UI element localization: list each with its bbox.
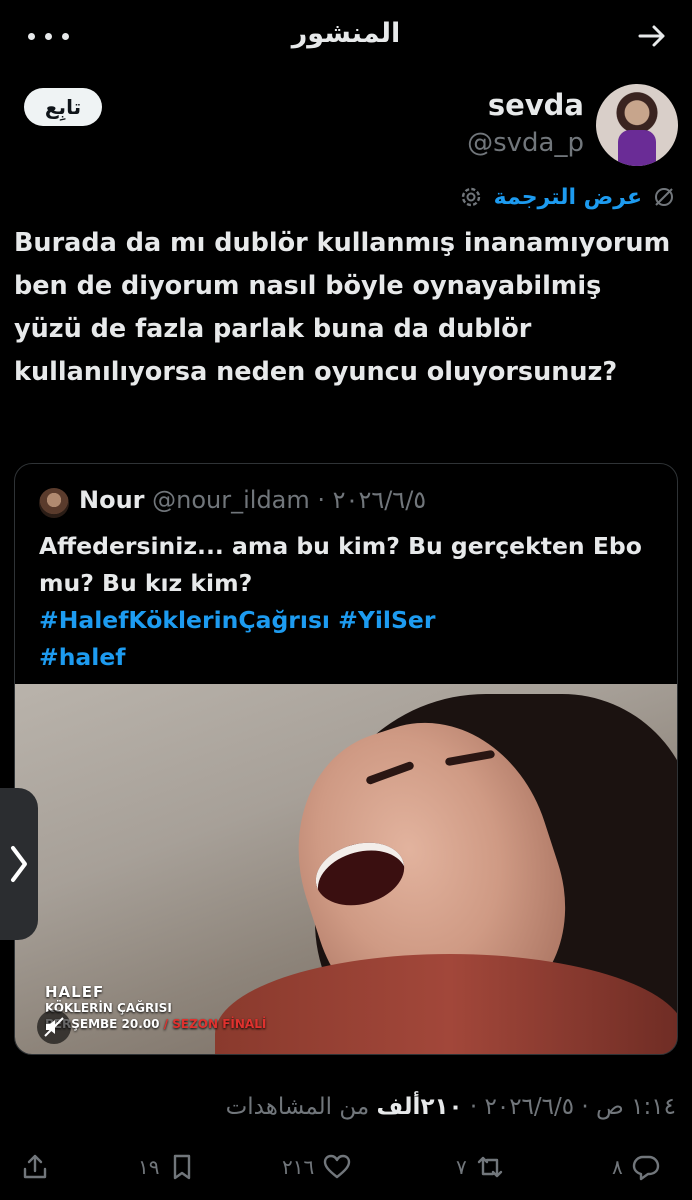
quote-author-name: Nour — [79, 486, 145, 514]
quote-meta: @nour_ildam · ٢٠٢٦/٦/٥ — [144, 486, 427, 514]
quote-header: Nour @nour_ildam · ٢٠٢٦/٦/٥ — [79, 486, 426, 514]
side-panel-handle[interactable] — [0, 788, 38, 940]
reply-icon — [632, 1155, 659, 1181]
arrow-right-icon[interactable] — [636, 20, 668, 52]
video-watermark: HALEF KÖKLERİN ÇAĞRISI PERŞEMBE 20.00 / … — [45, 983, 267, 1031]
quoted-post[interactable]: Nour @nour_ildam · ٢٠٢٦/٦/٥ Affedersiniz… — [14, 463, 678, 1055]
bookmark-count: ١٩ — [138, 1155, 160, 1179]
translate-off-icon — [655, 188, 673, 206]
repost-button[interactable]: ٧ — [456, 1152, 505, 1182]
quote-text-block: Affedersiniz... ama bu kim? Bu gerçekten… — [39, 528, 659, 676]
post-detail-screen: المنشور sevda @svda_p تابِع عرض الترجمة … — [0, 0, 692, 1200]
quote-hashtags-line1[interactable]: #HalefKöklerinÇağrısı #YilSer — [39, 602, 659, 639]
gear-icon[interactable] — [458, 184, 484, 210]
post-timestamp: ١:١٤ ص · ٢٠٢٦/٦/٥ · ٢١٠ألف من المشاهدات — [226, 1094, 676, 1120]
heart-icon — [324, 1154, 351, 1179]
like-count: ٢١٦ — [282, 1155, 315, 1179]
top-bar: المنشور — [0, 0, 692, 72]
quote-media-video[interactable]: HALEF KÖKLERİN ÇAĞRISI PERŞEMBE 20.00 / … — [15, 684, 677, 1054]
like-button[interactable]: ٢١٦ — [282, 1152, 352, 1182]
post-text: Burada da mı dublör kullanmış inanamıyor… — [14, 228, 671, 387]
views-label: من المشاهدات — [225, 1094, 377, 1120]
chevron-right-icon — [11, 846, 27, 882]
author-handle[interactable]: @svda_p — [467, 128, 584, 158]
post-date-time: ١:١٤ ص · ٢٠٢٦/٦/٥ · — [462, 1094, 676, 1120]
views-count: ٢١٠ألف — [376, 1094, 463, 1120]
share-button[interactable] — [20, 1152, 50, 1182]
share-icon — [23, 1154, 47, 1179]
page-title: المنشور — [291, 18, 401, 49]
reply-count: ٨ — [612, 1155, 623, 1179]
show-translation-link[interactable]: عرض الترجمة — [494, 185, 642, 210]
translate-row: عرض الترجمة — [458, 182, 676, 212]
quote-avatar — [39, 488, 69, 518]
reply-button[interactable]: ٨ — [612, 1152, 661, 1182]
repost-icon — [477, 1156, 502, 1178]
repost-count: ٧ — [456, 1155, 467, 1179]
author-name[interactable]: sevda — [488, 88, 584, 122]
mute-icon[interactable] — [37, 1010, 71, 1044]
bookmark-button[interactable]: ١٩ — [138, 1152, 197, 1182]
follow-button[interactable]: تابِع — [24, 88, 102, 126]
action-bar: ١٩ ٢١٦ ٧ ٨ — [0, 1148, 692, 1192]
quote-hashtags-line2[interactable]: #halef — [39, 639, 659, 676]
quote-text: Affedersiniz... ama bu kim? Bu gerçekten… — [39, 532, 642, 597]
bookmark-icon — [174, 1154, 191, 1180]
avatar[interactable] — [596, 84, 678, 166]
